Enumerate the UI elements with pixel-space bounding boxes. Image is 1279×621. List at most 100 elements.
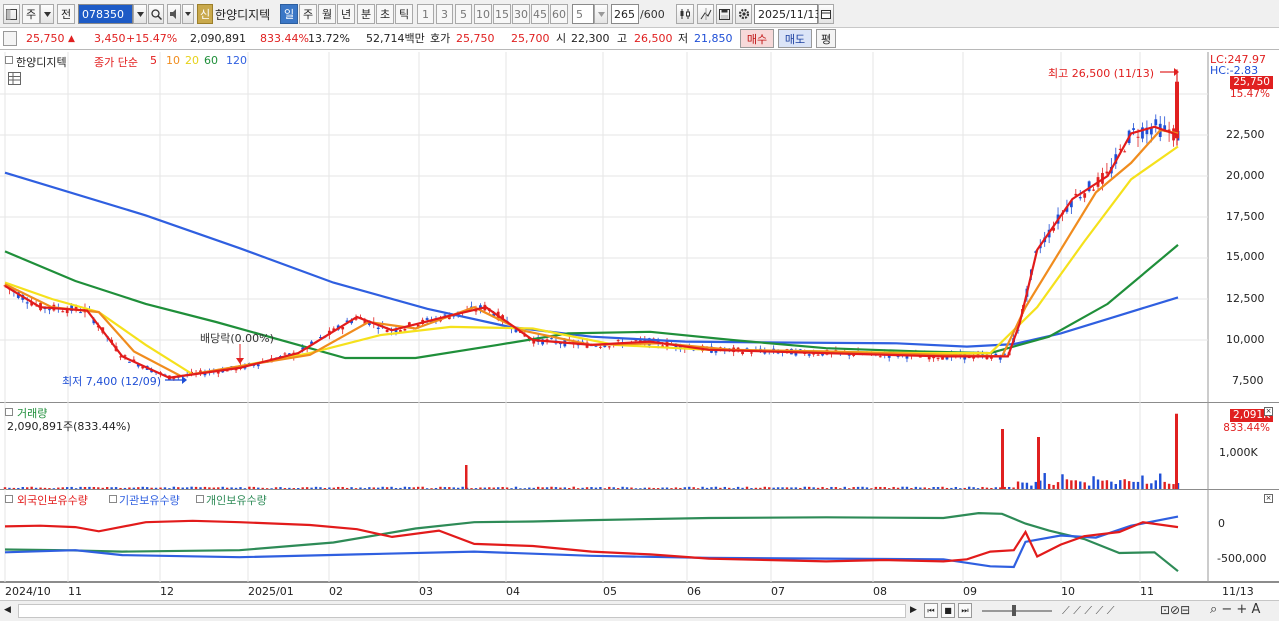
foreign-holding-label[interactable]: 외국인보유수량	[17, 492, 88, 508]
volume-bar	[341, 486, 344, 489]
minute-60[interactable]: 60	[550, 4, 568, 24]
prev-button[interactable]: 전	[57, 4, 75, 24]
search-icon[interactable]	[148, 4, 164, 24]
pane-handle[interactable]	[5, 408, 13, 416]
volume-pane[interactable]: 거래량 2,090,891주(833.44%) 2,091K 833.44% 1…	[0, 403, 1279, 490]
settings-icon[interactable]	[735, 4, 752, 24]
chart-area[interactable]: 한양디지텍 종가 단순 5 10 20 60 120 LC:247.97 HC:…	[0, 52, 1279, 600]
volume-bar	[110, 487, 113, 489]
ma-5-label[interactable]: 5	[150, 54, 157, 67]
tab-year[interactable]: 년	[337, 4, 355, 24]
price-pane[interactable]: 한양디지텍 종가 단순 5 10 20 60 120 LC:247.97 HC:…	[0, 52, 1279, 403]
holding-chart[interactable]	[0, 490, 1279, 582]
close-icon[interactable]: ×	[1264, 407, 1273, 416]
volume-bar	[776, 487, 780, 489]
tab-tick[interactable]: 틱	[395, 4, 413, 24]
volume-bar	[963, 487, 966, 489]
volume-bar	[550, 486, 553, 489]
price-chart[interactable]	[0, 52, 1279, 403]
zoom-slider[interactable]	[982, 610, 1052, 612]
count-input[interactable]: 265	[611, 4, 639, 24]
candle-body	[1132, 128, 1135, 130]
ma-10-label[interactable]: 10	[166, 54, 180, 67]
volume-bar	[230, 487, 233, 489]
tool-icons[interactable]: ⊡⊘⊟	[1160, 603, 1190, 617]
interval-dropdown-icon[interactable]	[594, 4, 608, 24]
ma-60-label[interactable]: 60	[204, 54, 218, 67]
speaker-icon[interactable]	[167, 4, 181, 24]
scroll-track[interactable]	[18, 604, 906, 618]
volume-y-tick: 1,000K	[1219, 446, 1258, 459]
collapse-button[interactable]	[3, 31, 17, 46]
volume-bar	[377, 487, 380, 489]
pane-handle[interactable]	[5, 56, 13, 64]
volume-bar	[279, 487, 282, 489]
minute-15[interactable]: 15	[493, 4, 511, 24]
legend-checkbox[interactable]	[109, 495, 117, 503]
volume-bar	[616, 488, 620, 489]
window-icon[interactable]	[3, 4, 20, 24]
volume-bar	[1101, 480, 1104, 489]
volume-bar	[545, 487, 549, 489]
evaluate-button[interactable]: 평	[816, 29, 836, 48]
minute-5[interactable]: 5	[455, 4, 472, 24]
minute-45[interactable]: 45	[531, 4, 549, 24]
volume-bar	[265, 488, 269, 489]
table-view-icon[interactable]	[8, 72, 21, 85]
scroll-bar[interactable]: ◀ ▶ ⏮ ■ ⏭ ⟋ ⟋ ⟋ ⟋ ⟋ ⊡⊘⊟ ⌕ − + A	[0, 600, 1279, 621]
volume-bar	[941, 486, 944, 489]
stop-icon[interactable]: ■	[941, 603, 955, 618]
candle-body	[816, 354, 820, 356]
legend-checkbox[interactable]	[196, 495, 204, 503]
date-input[interactable]: 2025/11/13	[754, 4, 821, 24]
count-max: /600	[640, 8, 665, 21]
close-icon[interactable]: ×	[1264, 494, 1273, 503]
minute-30[interactable]: 30	[512, 4, 530, 24]
minute-1[interactable]: 1	[417, 4, 434, 24]
ma-120-label[interactable]: 120	[226, 54, 247, 67]
pane-handle[interactable]	[5, 495, 13, 503]
minute-3[interactable]: 3	[436, 4, 453, 24]
scroll-left-icon[interactable]: ◀	[4, 605, 11, 615]
volume-bar	[994, 487, 998, 489]
chart-toggle-icon[interactable]	[676, 4, 694, 24]
tab-day[interactable]: 일	[280, 4, 298, 24]
holding-pane[interactable]: 외국인보유수량 기관보유수량 개인보유수량 0 -500,000 ×	[0, 490, 1279, 582]
volume-bar	[763, 486, 766, 489]
calendar-icon[interactable]	[818, 4, 834, 24]
volume-bar	[283, 488, 287, 489]
individual-holding-label[interactable]: 개인보유수량	[206, 492, 267, 508]
tab-month[interactable]: 월	[318, 4, 336, 24]
crosshair-icon[interactable]	[697, 4, 714, 24]
first-icon[interactable]: ⏮	[924, 603, 938, 618]
volume-bar	[954, 486, 958, 489]
x-tick: 03	[419, 585, 433, 598]
sell-button[interactable]: 매도	[778, 29, 812, 48]
volume-bar	[1030, 485, 1033, 489]
last-icon[interactable]: ⏭	[958, 603, 972, 618]
zoom-icons[interactable]: ⌕ − + A	[1210, 602, 1260, 617]
buy-button[interactable]: 매수	[740, 29, 774, 48]
volume-chart[interactable]	[0, 403, 1279, 490]
speaker-dropdown-icon[interactable]	[182, 4, 194, 24]
institution-holding-label[interactable]: 기관보유수량	[119, 492, 180, 508]
code-dropdown-icon[interactable]	[133, 4, 147, 24]
candle-body	[61, 311, 65, 313]
zoom-slider-thumb[interactable]	[1012, 605, 1016, 616]
volume-bar	[945, 487, 949, 489]
volume-bar	[772, 487, 775, 489]
tab-minute[interactable]: 분	[357, 4, 375, 24]
scroll-right-icon[interactable]: ▶	[910, 605, 917, 615]
draw-tools-icon[interactable]: ⟋ ⟋ ⟋ ⟋ ⟋	[1062, 604, 1115, 618]
code-input[interactable]: 078350	[78, 4, 133, 24]
interval-input[interactable]: 5	[572, 4, 594, 24]
tab-second[interactable]: 초	[376, 4, 394, 24]
mode-select[interactable]: 주	[22, 4, 40, 24]
holding-y-tick: -500,000	[1217, 552, 1267, 565]
volume-bar	[1087, 485, 1091, 489]
tab-week[interactable]: 주	[299, 4, 317, 24]
dropdown-icon[interactable]	[40, 4, 54, 24]
minute-10[interactable]: 10	[474, 4, 492, 24]
ma-20-label[interactable]: 20	[185, 54, 199, 67]
save-icon[interactable]	[716, 4, 733, 24]
